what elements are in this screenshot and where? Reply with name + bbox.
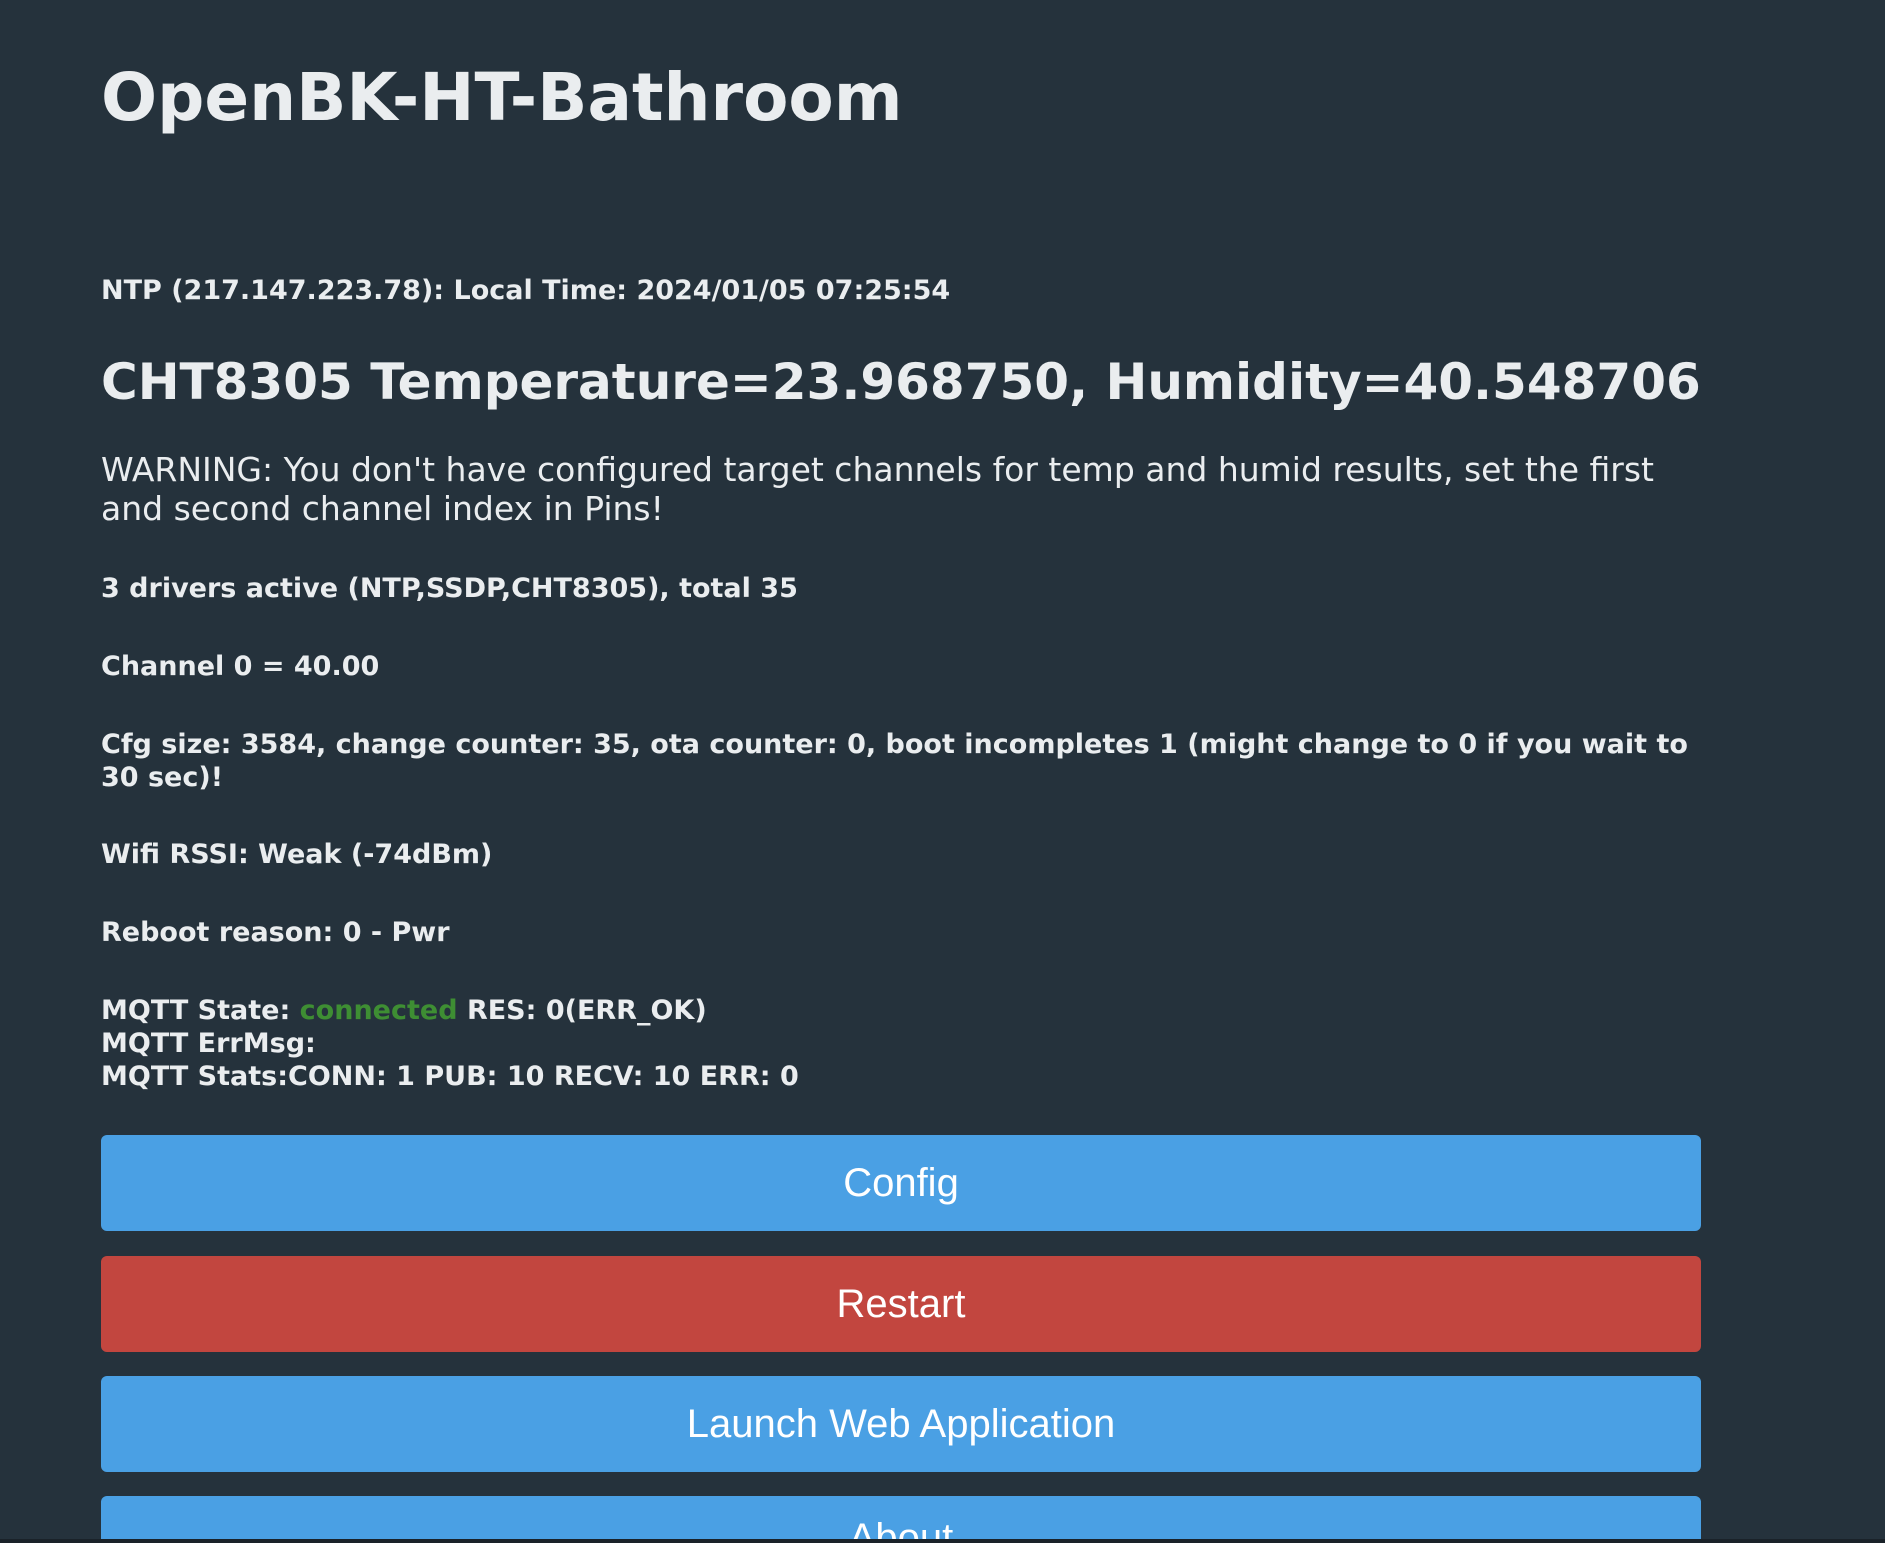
mqtt-res: RES: 0(ERR_OK) xyxy=(457,995,707,1026)
sensor-reading: CHT8305 Temperature=23.968750, Humidity=… xyxy=(101,353,1701,411)
wifi-rssi: Wifi RSSI: Weak (-74dBm) xyxy=(101,839,493,870)
page-title: OpenBK-HT-Bathroom xyxy=(101,59,903,136)
mqtt-connected-badge: connected xyxy=(299,995,458,1026)
restart-button[interactable]: Restart xyxy=(101,1256,1701,1352)
drivers-status: 3 drivers active (NTP,SSDP,CHT8305), tot… xyxy=(101,573,798,604)
ntp-status: NTP (217.147.223.78): Local Time: 2024/0… xyxy=(101,275,951,306)
channel-value: Channel 0 = 40.00 xyxy=(101,651,380,682)
cfg-status: Cfg size: 3584, change counter: 35, ota … xyxy=(101,729,1688,793)
mqtt-stats: MQTT Stats:CONN: 1 PUB: 10 RECV: 10 ERR:… xyxy=(101,1061,799,1092)
reboot-reason: Reboot reason: 0 - Pwr xyxy=(101,917,450,948)
mqtt-state-label: MQTT State: xyxy=(101,995,300,1026)
mqtt-status: MQTT State: connected RES: 0(ERR_OK) MQT… xyxy=(101,994,1701,1093)
mqtt-state-line: MQTT State: connected RES: 0(ERR_OK) xyxy=(101,994,1701,1027)
config-button[interactable]: Config xyxy=(101,1135,1701,1231)
window-bottom-edge xyxy=(0,1539,1885,1543)
launch-web-app-button[interactable]: Launch Web Application xyxy=(101,1376,1701,1472)
channel-warning: WARNING: You don't have configured targe… xyxy=(101,450,1654,528)
about-button[interactable]: About xyxy=(101,1496,1701,1543)
mqtt-errmsg: MQTT ErrMsg: xyxy=(101,1028,316,1059)
